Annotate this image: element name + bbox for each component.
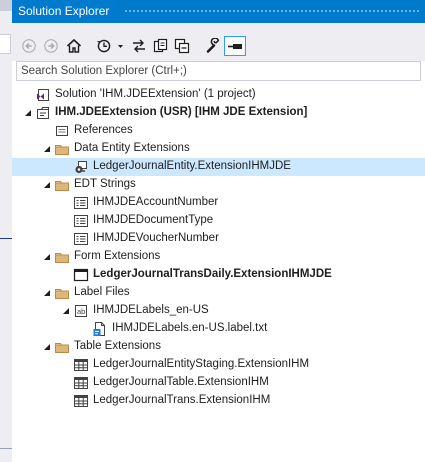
tree-node[interactable]: IHMJDEAccountNumber <box>12 194 425 212</box>
tree-node[interactable]: Table Extensions <box>12 338 425 356</box>
expanded-chevron-icon[interactable] <box>22 107 34 119</box>
tree-node-label: Label Files <box>74 286 130 298</box>
preview-selected-items-button[interactable] <box>224 36 246 56</box>
project-icon <box>35 105 51 121</box>
minus-pin-icon <box>228 44 242 49</box>
tree-node[interactable]: IHMJDEDocumentType <box>12 212 425 230</box>
tree-node-label: IHMJDEAccountNumber <box>93 196 219 208</box>
drag-grip[interactable] <box>124 9 419 14</box>
edt-icon <box>73 195 89 211</box>
clock-icon <box>97 39 123 53</box>
folder-icon <box>54 285 70 301</box>
table-icon <box>73 375 89 391</box>
tree-node-label: EDT Strings <box>74 178 136 190</box>
adjacent-window-line <box>0 448 12 449</box>
label-txt-icon <box>92 321 108 337</box>
folder-icon <box>54 249 70 265</box>
home-button[interactable] <box>65 36 83 56</box>
tree-node-label: LedgerJournalTrans.ExtensionIHM <box>93 394 271 406</box>
tree-node[interactable]: LedgerJournalTrans.ExtensionIHM <box>12 392 425 410</box>
references-icon <box>54 123 70 139</box>
adjacent-window-tab <box>0 0 12 11</box>
pending-changes-filter-button[interactable] <box>96 36 126 56</box>
adjacent-window-field <box>0 34 11 54</box>
tree-node-label: IHMJDELabels_en-US <box>93 304 209 316</box>
tree-node-label: IHMJDEDocumentType <box>93 214 214 226</box>
tree-node-label: Form Extensions <box>74 250 161 262</box>
folder-icon <box>54 339 70 355</box>
solution-tree: Solution 'IHM.JDEExtension' (1 project) I… <box>12 86 425 410</box>
expanded-chevron-icon[interactable] <box>41 341 53 353</box>
tree-node[interactable]: IHMJDEVoucherNumber <box>12 230 425 248</box>
tree-node-label: Solution 'IHM.JDEExtension' (1 project) <box>55 88 256 100</box>
tree-node[interactable]: IHM.JDEExtension (USR) [IHM JDE Extensio… <box>12 104 425 122</box>
forward-arrow-icon <box>44 39 58 53</box>
expanded-chevron-icon[interactable] <box>41 143 53 155</box>
label-file-icon: ab <box>73 303 89 319</box>
tree-node[interactable]: Solution 'IHM.JDEExtension' (1 project) <box>12 86 425 104</box>
home-icon <box>66 38 82 53</box>
tree-node-selected[interactable]: LedgerJournalEntity.ExtensionIHMJDE <box>12 158 425 176</box>
tree-node-label: Table Extensions <box>74 340 161 352</box>
tree-node[interactable]: Form Extensions <box>12 248 425 266</box>
form-icon <box>73 267 89 283</box>
tree-node[interactable]: IHMJDELabels.en-US.label.txt <box>12 320 425 338</box>
search-box[interactable] <box>16 61 421 81</box>
tree-node-label: IHM.JDEExtension (USR) [IHM JDE Extensio… <box>55 106 308 118</box>
folder-icon <box>54 177 70 193</box>
wrench-icon <box>206 38 220 53</box>
expanded-chevron-icon[interactable] <box>60 305 72 317</box>
back-arrow-icon <box>22 39 36 53</box>
tree-node[interactable]: LedgerJournalEntityStaging.ExtensionIHM <box>12 356 425 374</box>
properties-button[interactable] <box>204 36 222 56</box>
tree-node[interactable]: ab IHMJDELabels_en-US <box>12 302 425 320</box>
edt-icon <box>73 213 89 229</box>
tree-node-label: References <box>74 124 133 136</box>
tree-node-label: IHMJDEVoucherNumber <box>93 232 219 244</box>
expanded-chevron-icon[interactable] <box>41 179 53 191</box>
svg-text:ab: ab <box>77 307 85 316</box>
title-bar[interactable]: Solution Explorer <box>12 0 425 23</box>
sync-icon <box>133 39 145 53</box>
expanded-chevron-icon[interactable] <box>41 251 53 263</box>
solution-explorer-panel: Solution Explorer Search Solution Explor… <box>12 0 425 462</box>
panel-title: Solution Explorer <box>18 4 110 18</box>
data-entity-extension-icon <box>73 159 89 175</box>
toolbar <box>12 23 425 61</box>
tree-node-label: LedgerJournalTable.ExtensionIHM <box>93 376 269 388</box>
tree-node[interactable]: LedgerJournalTransDaily.ExtensionIHMJDE <box>12 266 425 284</box>
tree-node-label: IHMJDELabels.en-US.label.txt <box>112 322 268 334</box>
back-button[interactable] <box>21 36 37 56</box>
collapse-icon <box>174 38 190 54</box>
expanded-chevron-icon[interactable] <box>41 287 53 299</box>
table-icon <box>73 393 89 409</box>
forward-button[interactable] <box>43 36 59 56</box>
collapse-all-button[interactable] <box>173 36 191 56</box>
tree-node[interactable]: Data Entity Extensions <box>12 140 425 158</box>
tree-node-label: Data Entity Extensions <box>74 142 190 154</box>
tree-node[interactable]: References <box>12 122 425 140</box>
copy-files-icon <box>153 38 168 53</box>
tree-node[interactable]: LedgerJournalTable.ExtensionIHM <box>12 374 425 392</box>
adjacent-window-line <box>0 238 12 239</box>
search-input[interactable] <box>17 62 420 80</box>
tree-node[interactable]: EDT Strings <box>12 176 425 194</box>
tree-node-label: LedgerJournalTransDaily.ExtensionIHMJDE <box>93 268 332 280</box>
table-icon <box>73 357 89 373</box>
show-all-files-button[interactable] <box>152 36 170 56</box>
sync-button[interactable] <box>130 36 148 56</box>
edt-icon <box>73 231 89 247</box>
tree-node-label: LedgerJournalEntity.ExtensionIHMJDE <box>93 160 291 172</box>
tree-node-label: LedgerJournalEntityStaging.ExtensionIHM <box>93 358 310 370</box>
tree-node[interactable]: Label Files <box>12 284 425 302</box>
folder-icon <box>54 141 70 157</box>
solution-icon <box>35 87 51 103</box>
